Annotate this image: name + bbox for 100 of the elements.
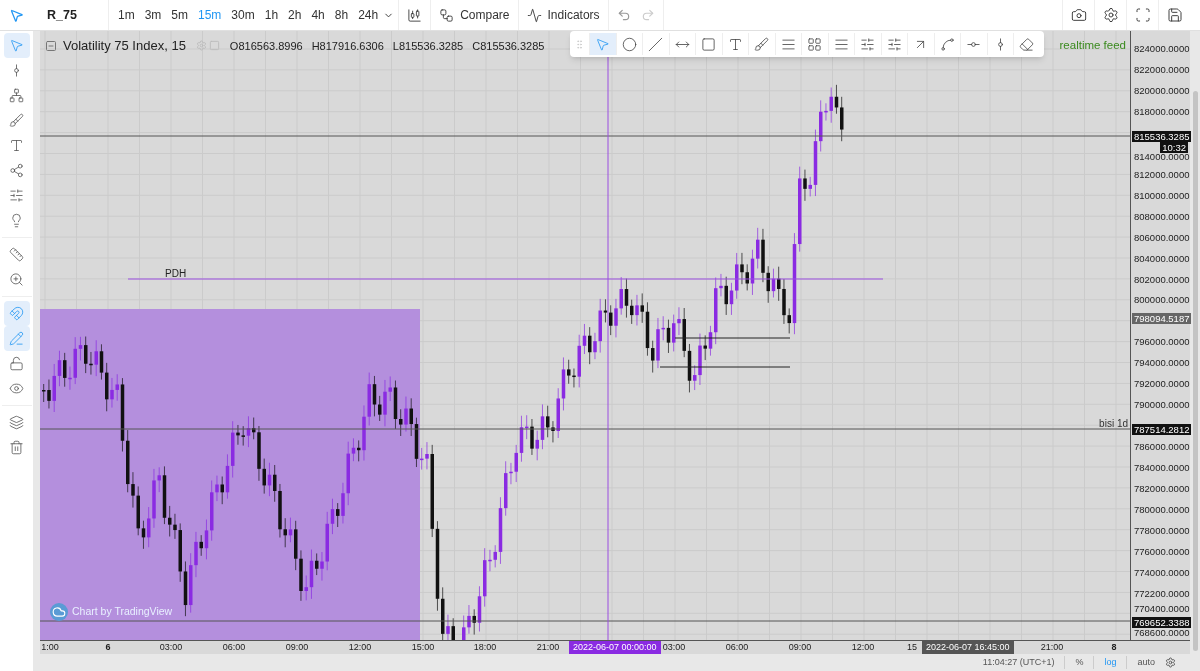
price-label: 806000.0000 [1134,233,1190,243]
price-axis[interactable] [1130,31,1190,640]
price-label: 784000.0000 [1134,463,1190,473]
parallel-lines-icon [833,36,849,52]
time-label: 21:00 [536,641,560,654]
ohlc-value: O816563.8996 [229,38,303,54]
price-badge: 769652.3388 [1132,617,1192,628]
price-label: 768600.0000 [1134,628,1190,638]
grip-icon[interactable] [574,38,585,50]
watermark-label: Chart by TradingView [72,604,173,620]
interval-tab[interactable]: 1m [113,6,140,24]
collapse-icon[interactable] [45,39,57,52]
camera-icon[interactable] [1070,7,1087,23]
price-label: 820000.0000 [1134,86,1190,96]
pencil-icon [9,331,24,346]
scale-option[interactable]: auto [1126,655,1155,670]
interval-tab[interactable]: 3m [139,6,167,24]
settings-icon[interactable] [1165,657,1176,668]
price-label: 800000.0000 [1134,295,1190,305]
compare-button[interactable]: Compare [431,0,519,30]
time-label: 03:00 [662,641,686,654]
interval-tab[interactable]: 24h [353,6,384,24]
pattern-icon [9,163,24,178]
layers-icon [9,415,24,430]
time-label: 15:00 [411,641,435,654]
rectangle-icon [701,36,717,52]
unlock-icon [9,356,24,371]
price-label: 818000.0000 [1134,107,1190,117]
interval-tab[interactable]: 5m [166,6,193,24]
cursor-tool[interactable] [3,33,30,58]
price-label: 780000.0000 [1134,505,1190,515]
price-label: 814000.0000 [1134,152,1190,162]
cursor-tool[interactable] [589,33,616,55]
realtime-label: realtime feed [1059,38,1126,53]
time-label: 18:00 [473,641,497,654]
magnet-icon [9,306,24,321]
time-label: 12:00 [851,641,875,654]
time-label: 1:00 [41,641,59,654]
grid-icon [807,36,823,52]
time-badge: 2022-06-07 16:45:00 [922,641,1014,654]
line-label: PDH [165,267,187,281]
price-label: 802000.0000 [1134,275,1190,285]
trash-icon [9,440,24,455]
interval-tab[interactable]: 2h [283,6,307,24]
price-badge: 815536.3285 [1132,131,1192,142]
lightbulb-icon [9,213,24,228]
candles-icon[interactable] [407,7,423,23]
time-label: 21:00 [1040,641,1064,654]
fullscreen-icon[interactable] [1134,7,1151,23]
undo-icon[interactable] [616,8,631,22]
price-label: 774000.0000 [1134,568,1190,578]
compare-icon [439,7,455,23]
price-label: 822000.0000 [1134,65,1190,75]
cursor-icon [595,36,611,52]
price-label: 782000.0000 [1134,484,1190,494]
brush-icon [9,113,24,128]
ruler-icon [9,247,24,262]
interval-tab[interactable]: 4h [306,6,330,24]
price-label: 812000.0000 [1134,170,1190,180]
pencil-tool[interactable] [3,326,30,351]
zoom-in-icon [9,272,24,287]
chart-area[interactable]: Volatility 75 Index, 15 O816563.8996 H817916.6306 L815536.3285 C815536.3285 realtime feed PDH bisi 1d Chart by TradingView [40,31,1130,640]
price-label: 786000.0000 [1134,442,1190,452]
time-label: 09:00 [285,641,309,654]
text-icon [9,138,24,153]
settings-icon[interactable] [1102,7,1119,23]
interval-tab[interactable]: 30m [226,6,260,24]
indicators-button[interactable]: Indicators [518,0,609,30]
scrollbar-thumb[interactable] [1192,91,1198,651]
price-label: 808000.0000 [1134,212,1190,222]
interval-tab[interactable]: 8h [329,6,354,24]
text-icon [727,36,743,52]
cursor-icon [9,38,24,53]
indicators-icon [526,7,542,23]
redo-icon[interactable] [640,8,655,22]
time-label: 6 [105,641,111,654]
dot-icon [621,36,637,52]
time-label: 12:00 [348,641,372,654]
cursor-icon[interactable] [9,7,24,23]
save-icon[interactable] [1166,7,1183,23]
price-badge: 787514.2812 [1132,424,1192,435]
price-label: 794000.0000 [1134,358,1190,368]
time-label: 09:00 [788,641,812,654]
magnet-tool[interactable] [3,301,30,326]
ohlc-value: C815536.3285 [472,38,545,54]
price-label: 804000.0000 [1134,254,1190,264]
clock-label: 11:04:27 (UTC+1) [982,655,1055,669]
price-badge: 10:32 [1160,142,1188,153]
price-label: 790000.0000 [1134,400,1190,410]
interval-tab[interactable]: 1h [259,6,284,24]
brush-icon [754,36,770,52]
price-label: 778000.0000 [1134,526,1190,536]
time-axis[interactable]: 1:00 6 03:00 06:00 09:00 12:00 15:00 18:00 21:00 2022-06-07 00:00:00 03:00 06:00 09:00 12:00 15 2022-06-07 16:45:00 21:00 8 [40,640,1190,654]
path-icon [939,36,955,52]
symbol-label[interactable]: R_75 [47,5,77,25]
price-label: 796000.0000 [1134,337,1190,347]
line-label: bisi 1d [1099,417,1128,431]
price-label: 810000.0000 [1134,191,1190,201]
channel-icon [780,36,796,52]
scale-option[interactable]: % [1064,655,1084,670]
